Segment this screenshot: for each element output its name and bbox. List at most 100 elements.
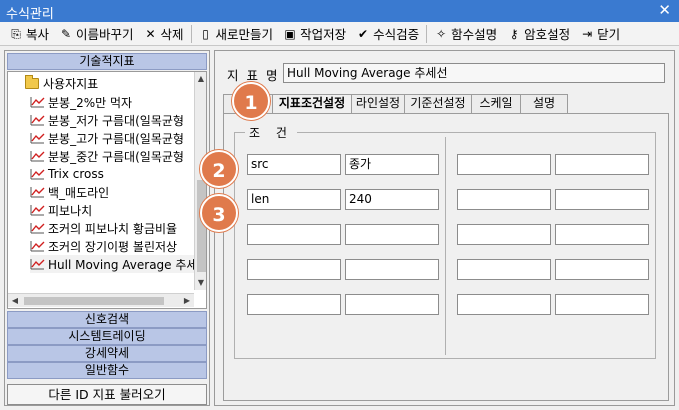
password-label: 암호설정 bbox=[524, 27, 571, 42]
password-button[interactable]: ⚷ 암호설정 bbox=[502, 23, 575, 45]
condition-value-field[interactable] bbox=[555, 259, 649, 280]
condition-name-field[interactable] bbox=[457, 259, 551, 280]
close-button[interactable]: ⇥ 닫기 bbox=[575, 23, 625, 45]
condition-name-field[interactable] bbox=[247, 259, 341, 280]
save-label: 작업저장 bbox=[300, 27, 347, 42]
condition-name-field[interactable]: len bbox=[247, 189, 341, 210]
title-bar: 수식관리 ✕ bbox=[0, 0, 679, 22]
rename-icon: ✎ bbox=[60, 26, 72, 41]
window-title: 수식관리 bbox=[6, 7, 54, 22]
condition-name-field[interactable] bbox=[247, 294, 341, 315]
condition-value-field[interactable] bbox=[555, 189, 649, 210]
new-file-icon: ▯ bbox=[202, 26, 209, 41]
tab-line-settings[interactable]: 라인설정 bbox=[351, 94, 405, 113]
section-general-functions[interactable]: 일반함수 bbox=[7, 362, 207, 379]
verify-button[interactable]: ✔ 수식검증 bbox=[351, 23, 424, 45]
tree-item-label: 분봉_중간 구름대(일목균형 bbox=[48, 149, 184, 164]
editor-panel: 지 표 명 Hull Moving Average 추세선 지표조건설정 라인설… bbox=[214, 50, 675, 406]
condition-value-field[interactable] bbox=[555, 294, 649, 315]
conditions-group-title: 조 건 bbox=[245, 124, 297, 141]
condition-value-field[interactable]: 종가 bbox=[345, 154, 439, 175]
tab-scale[interactable]: 스케일 bbox=[471, 94, 521, 113]
load-other-id-button[interactable]: 다른 ID 지표 불러오기 bbox=[7, 384, 207, 405]
tab-baseline-settings[interactable]: 기준선설정 bbox=[404, 94, 472, 113]
tab-content: 조 건 src 종가 len 240 bbox=[223, 113, 669, 401]
tree-item-label: Hull Moving Average 추세 bbox=[48, 257, 198, 272]
condition-name-field[interactable] bbox=[457, 154, 551, 175]
tree-item[interactable]: 분봉_고가 구름대(일목균형 bbox=[30, 129, 200, 147]
section-signal-search[interactable]: 신호검색 bbox=[7, 311, 207, 328]
toolbar-separator bbox=[190, 24, 192, 43]
key-icon: ⚷ bbox=[509, 26, 519, 41]
save-icon: ▣ bbox=[284, 26, 296, 41]
tab-condition-settings[interactable]: 지표조건설정 bbox=[272, 94, 352, 114]
tree-item[interactable]: 조커의 피보나치 황금비율 bbox=[30, 219, 200, 237]
magic-wand-icon: ✧ bbox=[436, 26, 447, 41]
tree-item-selected[interactable]: Hull Moving Average 추세 bbox=[30, 255, 200, 273]
close-icon[interactable]: ✕ bbox=[658, 1, 671, 19]
tree-item[interactable]: 분봉_2%만 먹자 bbox=[30, 93, 200, 111]
scroll-right-icon[interactable]: ▶ bbox=[180, 294, 194, 308]
condition-value-field[interactable] bbox=[345, 224, 439, 245]
tree-item[interactable]: 피보나치 bbox=[30, 201, 200, 219]
condition-name-field[interactable] bbox=[247, 224, 341, 245]
indicator-name-field[interactable]: Hull Moving Average 추세선 bbox=[283, 63, 665, 83]
chart-line-icon bbox=[30, 97, 45, 108]
tab-bar: 지표조건설정 라인설정 기준선설정 스케일 설명 bbox=[223, 94, 568, 114]
scroll-thumb[interactable] bbox=[24, 297, 164, 305]
tree-item[interactable]: 조커의 장기이평 볼린저상 bbox=[30, 237, 200, 255]
condition-value-field[interactable] bbox=[555, 154, 649, 175]
toolbar: ⎘ 복사 ✎ 이름바꾸기 ✕ 삭제 ▯ 새로만들기 ▣ 작업저장 ✔ 수식검증 … bbox=[0, 22, 679, 46]
condition-name-field[interactable]: src bbox=[247, 154, 341, 175]
new-button[interactable]: ▯ 새로만들기 bbox=[194, 23, 279, 45]
copy-button[interactable]: ⎘ 복사 bbox=[4, 23, 54, 45]
indicator-tree: 사용자지표 분봉_2%만 먹자 분봉_저가 구름대(일목균형 분봉_고가 구름대… bbox=[7, 71, 207, 309]
tree-item-label: 백_매도라인 bbox=[48, 185, 110, 200]
verify-label: 수식검증 bbox=[373, 27, 420, 42]
chart-line-icon bbox=[30, 241, 45, 252]
delete-button[interactable]: ✕ 삭제 bbox=[139, 23, 189, 45]
condition-name-field[interactable] bbox=[457, 224, 551, 245]
close-label: 닫기 bbox=[597, 27, 621, 42]
folder-icon bbox=[25, 74, 39, 89]
annotation-badge-3: 3 bbox=[200, 194, 238, 232]
tree-item[interactable]: 분봉_저가 구름대(일목균형 bbox=[30, 111, 200, 129]
tree-root-label: 사용자지표 bbox=[43, 76, 99, 91]
chart-line-icon bbox=[30, 187, 45, 198]
scroll-down-icon[interactable]: ▼ bbox=[195, 276, 206, 290]
tree-item-label: 분봉_고가 구름대(일목균형 bbox=[48, 131, 184, 146]
chart-line-icon bbox=[30, 115, 45, 126]
section-strength-weakness[interactable]: 강세약세 bbox=[7, 345, 207, 362]
indicator-panel: 기술적지표 사용자지표 분봉_2%만 먹자 분봉_저가 구름대(일목균형 분봉_… bbox=[4, 50, 210, 406]
tree-item[interactable]: 분봉_중간 구름대(일목균형 bbox=[30, 147, 200, 165]
scroll-left-icon[interactable]: ◀ bbox=[8, 294, 22, 308]
save-button[interactable]: ▣ 작업저장 bbox=[278, 23, 351, 45]
copy-icon: ⎘ bbox=[11, 26, 21, 41]
condition-name-field[interactable] bbox=[457, 294, 551, 315]
tree-item[interactable]: 백_매도라인 bbox=[30, 183, 200, 201]
tree-item[interactable]: Trix cross bbox=[30, 165, 200, 183]
tree-root[interactable]: 사용자지표 bbox=[12, 74, 98, 92]
tree-item-label: 분봉_2%만 먹자 bbox=[48, 95, 133, 110]
chart-line-icon bbox=[30, 205, 45, 216]
rename-button[interactable]: ✎ 이름바꾸기 bbox=[54, 23, 139, 45]
tab-description[interactable]: 설명 bbox=[520, 94, 568, 113]
delete-icon: ✕ bbox=[145, 26, 156, 41]
condition-value-field[interactable] bbox=[345, 259, 439, 280]
section-system-trading[interactable]: 시스템트레이딩 bbox=[7, 328, 207, 345]
condition-name-field[interactable] bbox=[457, 189, 551, 210]
function-help-button[interactable]: ✧ 함수설명 bbox=[429, 23, 502, 45]
delete-label: 삭제 bbox=[160, 27, 184, 42]
chart-line-icon bbox=[30, 169, 45, 180]
condition-value-field[interactable]: 240 bbox=[345, 189, 439, 210]
condition-value-field[interactable] bbox=[555, 224, 649, 245]
rename-label: 이름바꾸기 bbox=[76, 27, 134, 42]
exit-icon: ⇥ bbox=[582, 26, 593, 41]
scroll-up-icon[interactable]: ▲ bbox=[195, 72, 206, 86]
section-technical-indicators[interactable]: 기술적지표 bbox=[7, 53, 207, 70]
tree-horizontal-scrollbar[interactable]: ◀ ▶ bbox=[8, 293, 194, 307]
copy-label: 복사 bbox=[26, 27, 50, 42]
function-help-label: 함수설명 bbox=[451, 27, 498, 42]
condition-value-field[interactable] bbox=[345, 294, 439, 315]
new-label: 새로만들기 bbox=[215, 27, 274, 42]
